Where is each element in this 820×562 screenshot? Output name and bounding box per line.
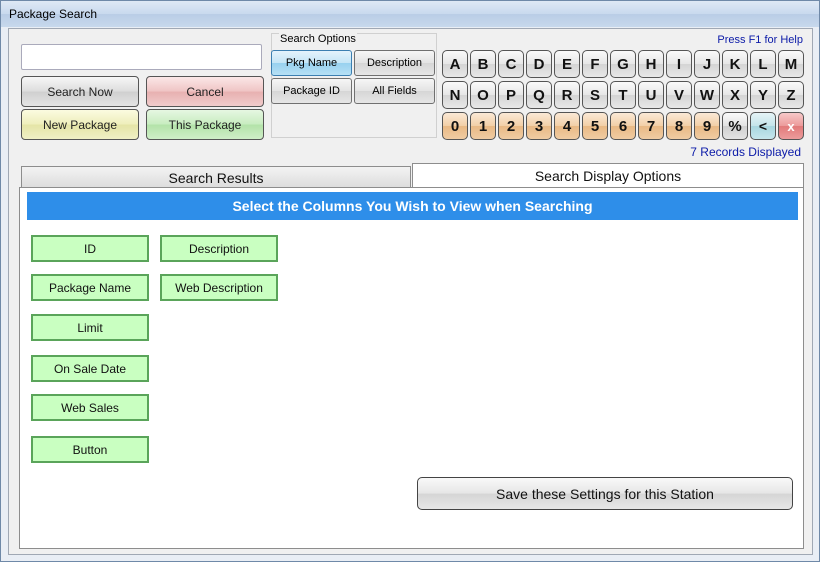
key-y[interactable]: Y xyxy=(750,81,776,109)
key-8[interactable]: 8 xyxy=(666,112,692,140)
key-6[interactable]: 6 xyxy=(610,112,636,140)
title-bar[interactable]: Package Search xyxy=(1,1,819,27)
key-r[interactable]: R xyxy=(554,81,580,109)
key-d[interactable]: D xyxy=(526,50,552,78)
key-v[interactable]: V xyxy=(666,81,692,109)
key-q[interactable]: Q xyxy=(526,81,552,109)
search-now-button[interactable]: Search Now xyxy=(21,76,139,107)
key-2[interactable]: 2 xyxy=(498,112,524,140)
cancel-button[interactable]: Cancel xyxy=(146,76,264,107)
column-description-toggle[interactable]: Description xyxy=(160,235,278,262)
key-o[interactable]: O xyxy=(470,81,496,109)
option-pkg-name[interactable]: Pkg Name xyxy=(271,50,352,76)
column-on-sale-date-toggle[interactable]: On Sale Date xyxy=(31,355,149,382)
key-a[interactable]: A xyxy=(442,50,468,78)
key-n[interactable]: N xyxy=(442,81,468,109)
display-options-panel: Select the Columns You Wish to View when… xyxy=(19,187,804,549)
key-u[interactable]: U xyxy=(638,81,664,109)
help-hint: Press F1 for Help xyxy=(717,34,803,46)
records-count: 7 Records Displayed xyxy=(690,145,801,159)
key-j[interactable]: J xyxy=(694,50,720,78)
key-7[interactable]: 7 xyxy=(638,112,664,140)
key-0[interactable]: 0 xyxy=(442,112,468,140)
search-options-legend: Search Options xyxy=(279,33,357,45)
key-h[interactable]: H xyxy=(638,50,664,78)
tab-search-display-options[interactable]: Search Display Options xyxy=(412,163,804,187)
column-web-description-toggle[interactable]: Web Description xyxy=(160,274,278,301)
key-e[interactable]: E xyxy=(554,50,580,78)
key-1[interactable]: 1 xyxy=(470,112,496,140)
key-s[interactable]: S xyxy=(582,81,608,109)
option-all-fields[interactable]: All Fields xyxy=(354,78,435,104)
key-p[interactable]: P xyxy=(498,81,524,109)
key-backspace[interactable]: < xyxy=(750,112,776,140)
key-z[interactable]: Z xyxy=(778,81,804,109)
key-5[interactable]: 5 xyxy=(582,112,608,140)
key-x[interactable]: X xyxy=(722,81,748,109)
key-9[interactable]: 9 xyxy=(694,112,720,140)
column-id-toggle[interactable]: ID xyxy=(31,235,149,262)
search-input[interactable] xyxy=(21,44,262,70)
key-percent[interactable]: % xyxy=(722,112,748,140)
key-w[interactable]: W xyxy=(694,81,720,109)
columns-banner: Select the Columns You Wish to View when… xyxy=(27,192,798,220)
key-m[interactable]: M xyxy=(778,50,804,78)
key-3[interactable]: 3 xyxy=(526,112,552,140)
key-i[interactable]: I xyxy=(666,50,692,78)
key-c[interactable]: C xyxy=(498,50,524,78)
key-g[interactable]: G xyxy=(610,50,636,78)
key-4[interactable]: 4 xyxy=(554,112,580,140)
key-k[interactable]: K xyxy=(722,50,748,78)
key-b[interactable]: B xyxy=(470,50,496,78)
key-f[interactable]: F xyxy=(582,50,608,78)
this-package-button[interactable]: This Package xyxy=(146,109,264,140)
key-clear[interactable]: x xyxy=(778,112,804,140)
key-t[interactable]: T xyxy=(610,81,636,109)
window-title: Package Search xyxy=(9,7,98,21)
column-package-name-toggle[interactable]: Package Name xyxy=(31,274,149,301)
tab-search-results[interactable]: Search Results xyxy=(21,166,411,188)
key-l[interactable]: L xyxy=(750,50,776,78)
option-description[interactable]: Description xyxy=(354,50,435,76)
save-settings-button[interactable]: Save these Settings for this Station xyxy=(417,477,793,510)
option-package-id[interactable]: Package ID xyxy=(271,78,352,104)
client-area: Search Now Cancel New Package This Packa… xyxy=(8,28,813,555)
new-package-button[interactable]: New Package xyxy=(21,109,139,140)
column-web-sales-toggle[interactable]: Web Sales xyxy=(31,394,149,421)
column-limit-toggle[interactable]: Limit xyxy=(31,314,149,341)
package-search-window: Package Search Search Now Cancel New Pac… xyxy=(0,0,820,562)
column-button-toggle[interactable]: Button xyxy=(31,436,149,463)
